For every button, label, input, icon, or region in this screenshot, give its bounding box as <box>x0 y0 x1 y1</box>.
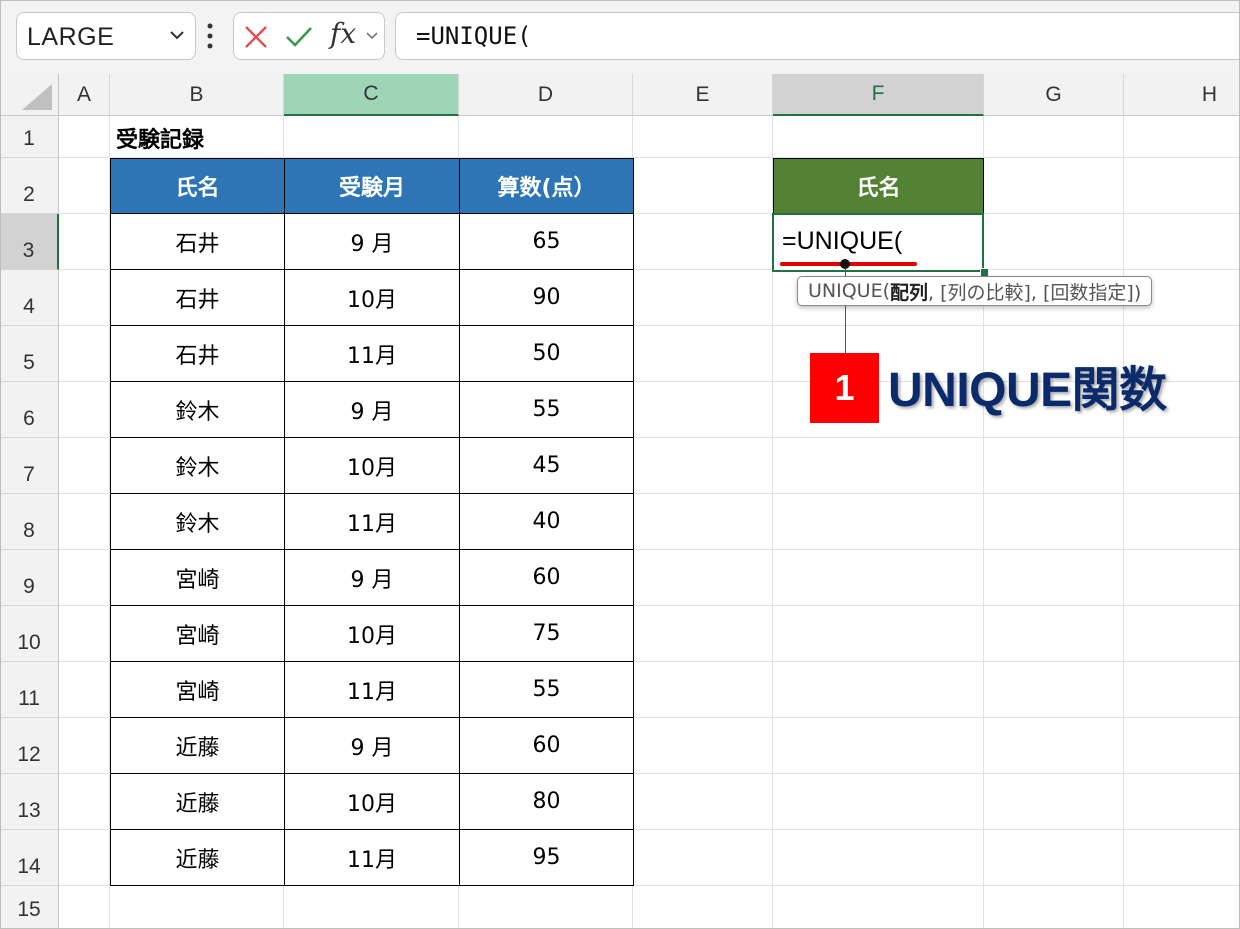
cell-score[interactable]: 95 <box>459 830 634 886</box>
tooltip-prefix: UNIQUE( <box>808 280 891 302</box>
cell-name[interactable]: 石井 <box>110 326 285 382</box>
cell-month[interactable]: 10月 <box>284 606 460 662</box>
cell-month[interactable]: 11月 <box>284 326 460 382</box>
cell-score[interactable]: 55 <box>459 662 634 718</box>
active-cell-text: =UNIQUE( <box>782 227 903 255</box>
cell-score[interactable]: 45 <box>459 438 634 494</box>
cell-score[interactable]: 65 <box>459 214 634 270</box>
column-header-h[interactable]: H <box>1124 74 1240 116</box>
row-header-13[interactable]: 13 <box>0 774 59 830</box>
row-header-15[interactable]: 15 <box>0 886 59 929</box>
tooltip-bold-arg: 配列 <box>890 281 929 304</box>
chevron-down-icon[interactable] <box>167 25 187 45</box>
cell-name[interactable]: 石井 <box>110 270 285 326</box>
cell-name[interactable]: 鈴木 <box>110 382 285 438</box>
row-header-12[interactable]: 12 <box>0 718 59 774</box>
column-header-a[interactable]: A <box>59 74 110 116</box>
cell-month[interactable]: 11月 <box>284 494 460 550</box>
column-header-d[interactable]: D <box>459 74 633 116</box>
cell-name[interactable]: 宮崎 <box>110 550 285 606</box>
cell-name[interactable]: 近藤 <box>110 830 285 886</box>
row-header-5[interactable]: 5 <box>0 326 59 382</box>
row-header-3[interactable]: 3 <box>0 214 59 270</box>
cell-score[interactable]: 55 <box>459 382 634 438</box>
column-header-f[interactable]: F <box>773 74 984 116</box>
row-header-6[interactable]: 6 <box>0 382 59 438</box>
row-header-11[interactable]: 11 <box>0 662 59 718</box>
formula-input[interactable]: =UNIQUE( <box>395 12 1240 60</box>
cell-month[interactable]: 10月 <box>284 438 460 494</box>
row-header-4[interactable]: 4 <box>0 270 59 326</box>
cell-name[interactable]: 石井 <box>110 214 285 270</box>
cell-month[interactable]: 11月 <box>284 662 460 718</box>
tooltip-rest: , [列の比較], [回数指定]) <box>928 281 1142 304</box>
column-header-e[interactable]: E <box>633 74 773 116</box>
formula-text: =UNIQUE( <box>416 22 532 50</box>
name-box[interactable]: LARGE <box>16 12 196 60</box>
select-all-triangle-icon <box>22 84 52 110</box>
select-all-corner[interactable] <box>0 74 59 116</box>
cell-month[interactable]: 9 月 <box>284 550 460 606</box>
more-options-icon[interactable] <box>207 22 213 50</box>
cell-month[interactable]: 10月 <box>284 774 460 830</box>
cell-month[interactable]: 10月 <box>284 270 460 326</box>
cancel-icon[interactable] <box>242 23 270 51</box>
cell-score[interactable]: 60 <box>459 718 634 774</box>
result-header-name[interactable]: 氏名 <box>773 158 984 214</box>
table-header-month[interactable]: 受験月 <box>284 158 460 214</box>
cell-name[interactable]: 鈴木 <box>110 494 285 550</box>
enter-check-icon[interactable] <box>284 23 314 51</box>
function-syntax-tooltip[interactable]: UNIQUE(配列, [列の比較], [回数指定]) <box>797 276 1153 306</box>
cell-name[interactable]: 宮崎 <box>110 606 285 662</box>
cell-score[interactable]: 40 <box>459 494 634 550</box>
formula-bar: LARGE fx =UNIQUE( <box>0 0 1240 74</box>
cell-score[interactable]: 50 <box>459 326 634 382</box>
formula-controls: fx <box>233 12 385 60</box>
cell-score[interactable]: 80 <box>459 774 634 830</box>
column-header-b[interactable]: B <box>110 74 284 116</box>
sheet-title[interactable]: 受験記録 <box>116 122 204 154</box>
column-header-c[interactable]: C <box>284 74 459 116</box>
chevron-down-icon[interactable] <box>364 28 380 44</box>
name-box-value: LARGE <box>27 23 115 51</box>
cell-month[interactable]: 11月 <box>284 830 460 886</box>
cell-score[interactable]: 60 <box>459 550 634 606</box>
step-number-badge: 1 <box>810 353 879 423</box>
table-header-score[interactable]: 算数(点） <box>459 158 634 214</box>
insert-function-button[interactable]: fx <box>330 17 356 50</box>
gridline <box>1123 116 1124 929</box>
cell-month[interactable]: 9 月 <box>284 382 460 438</box>
cell-name[interactable]: 近藤 <box>110 774 285 830</box>
cell-name[interactable]: 鈴木 <box>110 438 285 494</box>
callout-anchor-dot <box>840 259 850 269</box>
table-header-name[interactable]: 氏名 <box>110 158 285 214</box>
cell-score[interactable]: 75 <box>459 606 634 662</box>
row-header-1[interactable]: 1 <box>0 116 59 158</box>
row-header-10[interactable]: 10 <box>0 606 59 662</box>
column-header-g[interactable]: G <box>984 74 1124 116</box>
cell-score[interactable]: 90 <box>459 270 634 326</box>
cell-name[interactable]: 宮崎 <box>110 662 285 718</box>
cell-name[interactable]: 近藤 <box>110 718 285 774</box>
row-header-8[interactable]: 8 <box>0 494 59 550</box>
row-header-9[interactable]: 9 <box>0 550 59 606</box>
cell-month[interactable]: 9 月 <box>284 718 460 774</box>
cell-month[interactable]: 9 月 <box>284 214 460 270</box>
callout-label: UNIQUE関数 <box>888 364 1167 417</box>
row-header-14[interactable]: 14 <box>0 830 59 886</box>
row-header-2[interactable]: 2 <box>0 158 59 214</box>
row-header-7[interactable]: 7 <box>0 438 59 494</box>
